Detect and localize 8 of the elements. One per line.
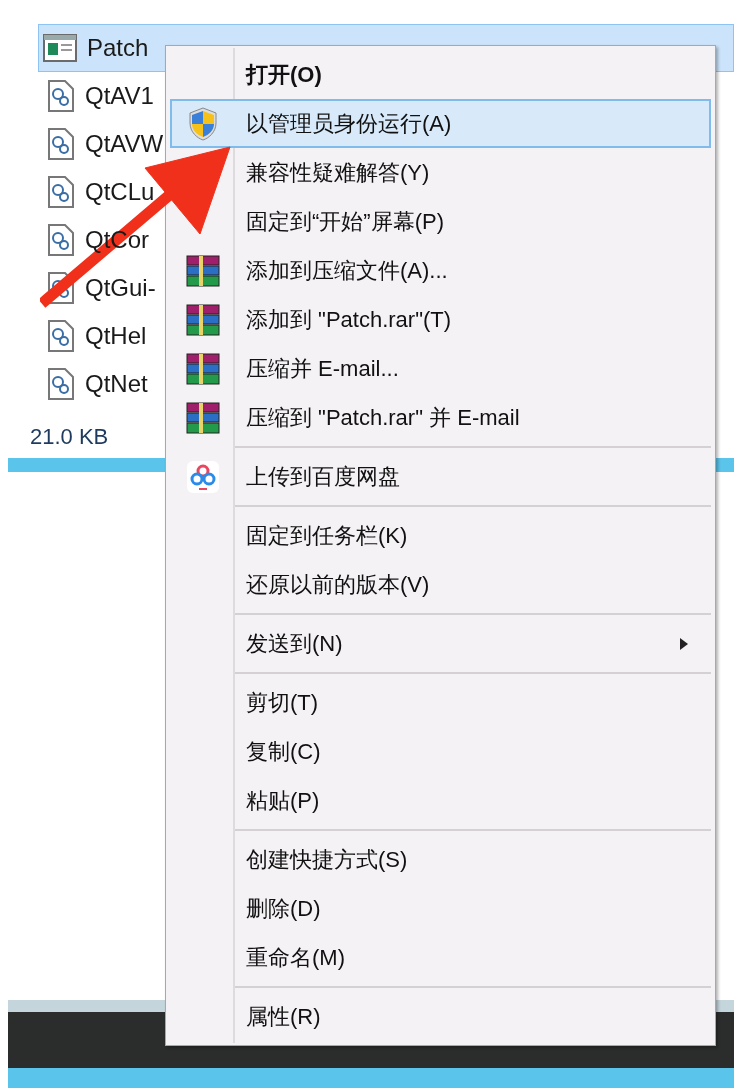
file-name: QtNet — [85, 369, 148, 399]
file-name: QtAV1 — [85, 81, 154, 111]
file-name: QtAVW — [85, 129, 164, 159]
file-name: QtCLu — [85, 177, 155, 207]
file-name: QtGui- — [85, 273, 156, 303]
file-name: Patch — [87, 33, 149, 63]
file-size-text: 21.0 KB — [30, 422, 109, 451]
file-name: QtHel — [85, 321, 147, 351]
